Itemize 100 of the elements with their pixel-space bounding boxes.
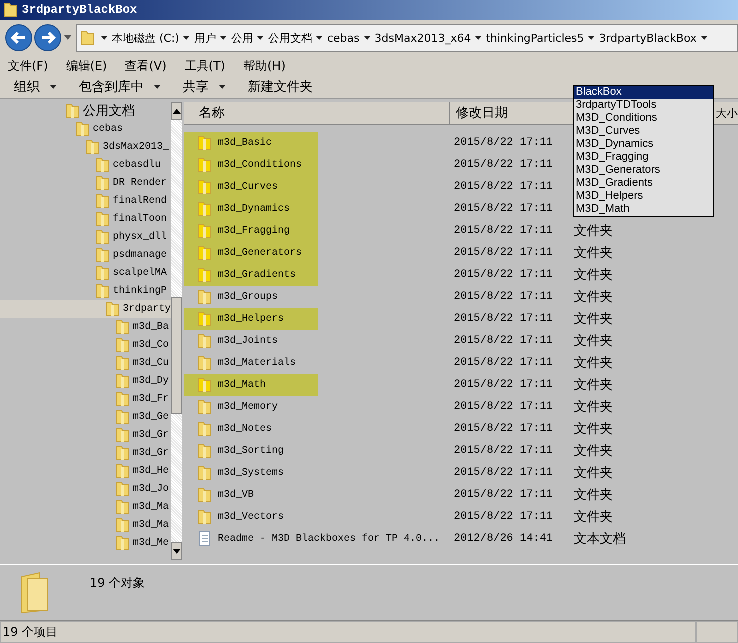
dropdown-option[interactable]: M3D_Conditions xyxy=(574,112,713,125)
tree-item[interactable]: m3d_Ma xyxy=(0,516,172,534)
file-item[interactable]: m3d_Fragging xyxy=(184,220,318,242)
tree-item[interactable]: thinkingP xyxy=(0,282,172,300)
file-item[interactable]: m3d_Notes xyxy=(184,418,454,440)
file-item[interactable]: m3d_Materials xyxy=(184,352,454,374)
file-item[interactable]: m3d_Curves xyxy=(184,176,318,198)
dropdown-option[interactable]: M3D_Helpers xyxy=(574,190,713,203)
file-item[interactable]: m3d_Vectors xyxy=(184,506,454,528)
dropdown-option[interactable]: M3D_Generators xyxy=(574,164,713,177)
chevron-down-icon[interactable] xyxy=(257,36,264,40)
tree-item[interactable]: cebas xyxy=(0,120,172,138)
back-button[interactable] xyxy=(4,24,33,52)
dropdown-option[interactable]: BlackBox xyxy=(574,86,713,99)
menu-item[interactable]: 查看(V) xyxy=(125,58,167,74)
tree-item[interactable]: m3d_He xyxy=(0,462,172,480)
chevron-down-icon[interactable] xyxy=(183,36,190,40)
history-dropdown-icon[interactable] xyxy=(64,35,72,41)
menu-item[interactable]: 编辑(E) xyxy=(66,58,108,74)
dropdown-option[interactable]: M3D_Dynamics xyxy=(574,138,713,151)
scroll-up-icon[interactable] xyxy=(172,108,180,114)
file-item[interactable]: m3d_Joints xyxy=(184,330,454,352)
tree-item[interactable]: 公用文档 xyxy=(0,102,172,120)
tree-item[interactable]: finalToon xyxy=(0,210,172,228)
toolbar-button[interactable]: 共享 xyxy=(175,78,234,96)
file-item[interactable]: m3d_Groups xyxy=(184,286,454,308)
tree-item[interactable]: cebasdlu xyxy=(0,156,172,174)
column-header[interactable]: 名称 xyxy=(184,102,450,124)
tree-item[interactable]: m3d_Fr xyxy=(0,390,172,408)
tree-item[interactable]: m3d_Dy xyxy=(0,372,172,390)
file-item[interactable]: m3d_Basic xyxy=(184,132,318,154)
file-item[interactable]: m3d_VB xyxy=(184,484,454,506)
dropdown-option[interactable]: M3D_Math xyxy=(574,203,713,216)
file-item[interactable]: m3d_Memory xyxy=(184,396,454,418)
tree-item[interactable]: finalRend xyxy=(0,192,172,210)
folder-icon xyxy=(198,443,212,459)
tree-item[interactable]: scalpelMA xyxy=(0,264,172,282)
file-item[interactable]: m3d_Sorting xyxy=(184,440,454,462)
tree-item[interactable]: m3d_Gr xyxy=(0,444,172,462)
file-item[interactable]: m3d_Math xyxy=(184,374,318,396)
scrollbar[interactable] xyxy=(171,102,182,560)
folder-icon xyxy=(96,211,110,227)
file-item[interactable]: m3d_Gradients xyxy=(184,264,318,286)
file-item[interactable]: Readme - M3D Blackboxes for TP 4.0... xyxy=(184,528,454,550)
tree-item[interactable]: 3rdparty xyxy=(0,300,172,318)
breadcrumb[interactable]: 3rdpartyBlackBox xyxy=(599,32,697,44)
breadcrumb[interactable]: 3dsMax2013_x64 xyxy=(374,32,472,44)
dropdown-option[interactable]: M3D_Curves xyxy=(574,125,713,138)
breadcrumb[interactable]: 本地磁盘 (C:) xyxy=(112,30,180,46)
dropdown-option[interactable]: M3D_Fragging xyxy=(574,151,713,164)
chevron-down-icon[interactable] xyxy=(475,36,482,40)
tree-item[interactable]: m3d_Ge xyxy=(0,408,172,426)
forward-button[interactable] xyxy=(33,24,62,52)
toolbar-button[interactable]: 新建文件夹 xyxy=(240,78,321,96)
dropdown-option[interactable]: 3rdpartyTDTools xyxy=(574,99,713,112)
tree-item[interactable]: m3d_Gr xyxy=(0,426,172,444)
toolbar-button[interactable]: 包含到库中 xyxy=(71,78,169,96)
menu-item[interactable]: 帮助(H) xyxy=(244,58,286,74)
tree-item[interactable]: m3d_Ba xyxy=(0,318,172,336)
column-header[interactable]: 大小 xyxy=(716,102,738,124)
menu-item[interactable]: 工具(T) xyxy=(184,58,226,74)
breadcrumb[interactable]: cebas xyxy=(327,32,360,44)
date-cell-text: 2015/8/22 17:11 xyxy=(454,423,554,435)
folder-icon xyxy=(116,535,130,551)
folder-icon xyxy=(198,179,212,195)
folder-icon xyxy=(116,517,130,533)
breadcrumb[interactable]: 用户 xyxy=(194,30,216,46)
chevron-down-icon[interactable] xyxy=(220,36,228,40)
tree-item[interactable]: m3d_Ma xyxy=(0,498,172,516)
file-item[interactable]: m3d_Systems xyxy=(184,462,454,484)
chevron-down-icon[interactable] xyxy=(588,36,596,40)
folder-icon xyxy=(198,399,212,415)
file-item[interactable]: m3d_Conditions xyxy=(184,154,318,176)
breadcrumb[interactable]: 公用 xyxy=(231,30,254,46)
tree-item[interactable]: 3dsMax2013_ xyxy=(0,138,172,156)
tree-item[interactable]: m3d_Me xyxy=(0,534,172,552)
dropdown-option[interactable]: M3D_Gradients xyxy=(574,177,713,190)
chevron-down-icon[interactable] xyxy=(316,36,324,40)
folder-icon xyxy=(198,223,212,239)
chevron-down-icon[interactable] xyxy=(700,36,708,40)
tree-item[interactable]: m3d_Co xyxy=(0,336,172,354)
breadcrumb[interactable]: thinkingParticles5 xyxy=(486,32,584,44)
toolbar-button[interactable]: 组织 xyxy=(6,78,65,96)
chevron-down-icon[interactable] xyxy=(364,36,371,40)
file-item[interactable]: m3d_Dynamics xyxy=(184,198,318,220)
breadcrumb[interactable]: 公用文档 xyxy=(268,30,312,46)
menu-item[interactable]: 文件(F) xyxy=(8,58,48,74)
scroll-down-icon[interactable] xyxy=(172,548,180,554)
address-bar[interactable]: 本地磁盘 (C:) 用户 公用 公用文档 cebas 3dsMax2013_x64 thinkingParticles5 3rdpartyBlackBox xyxy=(76,24,738,52)
folder-icon xyxy=(116,499,130,515)
chevron-down-icon[interactable] xyxy=(101,36,108,40)
tree-item[interactable]: m3d_Cu xyxy=(0,354,172,372)
tree-item[interactable]: psdmanage xyxy=(0,246,172,264)
file-item[interactable]: m3d_Helpers xyxy=(184,308,318,330)
date-cell-text: 2015/8/22 17:11 xyxy=(454,181,554,193)
tree-item[interactable]: DR Render xyxy=(0,174,172,192)
folder-icon xyxy=(86,139,100,155)
tree-item[interactable]: m3d_Jo xyxy=(0,480,172,498)
tree-item[interactable]: physx_dll xyxy=(0,228,172,246)
file-item[interactable]: m3d_Generators xyxy=(184,242,318,264)
